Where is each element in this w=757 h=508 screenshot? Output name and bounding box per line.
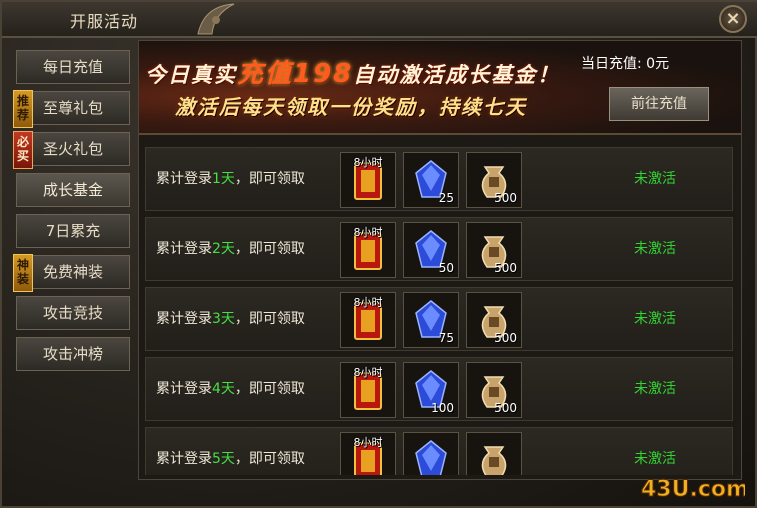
site-logo: 43U.com bbox=[641, 477, 745, 501]
growth-fund-banner: 今日真实充值198自动激活成长基金！ 激活后每天领取一份奖励，持续七天 当日充值… bbox=[139, 41, 741, 135]
requirement-prefix: 累计登录 bbox=[156, 241, 212, 257]
sidebar-item-growth-fund[interactable]: 成长基金 bbox=[16, 173, 130, 207]
five-times-card-slot[interactable]: 8小时 bbox=[340, 362, 396, 418]
requirement-suffix: ，即可领取 bbox=[234, 381, 305, 397]
sidebar-item-supreme-pack[interactable]: 推荐 至尊礼包 bbox=[13, 90, 130, 128]
requirement-suffix: ，即可领取 bbox=[234, 451, 305, 467]
sidebar-item-label: 每日充值 bbox=[42, 58, 103, 76]
gold-pouch-icon bbox=[481, 446, 507, 475]
status-badge: 未激活 bbox=[634, 381, 676, 397]
reward-row: 累计登录2天，即可领取 8小时 50 500 未激活 bbox=[145, 217, 733, 281]
requirement-suffix: ，即可领取 bbox=[234, 171, 305, 187]
gold-pouch-slot[interactable]: 500 bbox=[466, 152, 522, 208]
duration-tag: 8小时 bbox=[353, 226, 383, 239]
gold-pouch-slot[interactable]: 500 bbox=[466, 222, 522, 278]
login-requirement: 累计登录2天，即可领取 bbox=[156, 218, 305, 280]
blue-gem-icon bbox=[415, 440, 447, 475]
title-ornament-icon bbox=[197, 3, 235, 35]
sidebar: 每日充值 推荐 至尊礼包 必买 圣火礼包 成长基金 7日累充 神装 免费神装 攻… bbox=[10, 40, 134, 480]
requirement-day: 2天 bbox=[212, 241, 235, 257]
item-count: 500 bbox=[494, 191, 517, 205]
sidebar-item-attack-ranking[interactable]: 攻击冲榜 bbox=[16, 337, 130, 371]
banner-subline: 激活后每天领取一份奖励，持续七天 bbox=[175, 95, 527, 119]
sidebar-item-label: 攻击竞技 bbox=[42, 304, 103, 322]
blue-gem-slot[interactable]: 100 bbox=[403, 362, 459, 418]
login-requirement: 累计登录1天，即可领取 bbox=[156, 148, 305, 210]
status-badge: 未激活 bbox=[634, 171, 676, 187]
banner-headline-suffix: 自动激活成长基金！ bbox=[353, 63, 561, 87]
requirement-suffix: ，即可领取 bbox=[234, 241, 305, 257]
requirement-prefix: 累计登录 bbox=[156, 311, 212, 327]
reward-list: 累计登录1天，即可领取 8小时 25 500 未激活 累计登录2天，即可领取 8… bbox=[145, 147, 733, 475]
sidebar-item-free-gear[interactable]: 神装 免费神装 bbox=[13, 254, 130, 292]
blue-gem-slot[interactable] bbox=[403, 432, 459, 475]
requirement-suffix: ，即可领取 bbox=[234, 311, 305, 327]
blue-gem-slot[interactable]: 25 bbox=[403, 152, 459, 208]
requirement-prefix: 累计登录 bbox=[156, 381, 212, 397]
sidebar-item-label: 7日累充 bbox=[45, 222, 101, 240]
must-buy-badge: 必买 bbox=[13, 131, 33, 169]
requirement-day: 1天 bbox=[212, 171, 235, 187]
status-badge: 未激活 bbox=[634, 241, 676, 257]
activity-window: 开服活动 × 每日充值 推荐 至尊礼包 必买 圣火礼包 成长基金 7日累充 神装… bbox=[0, 0, 757, 508]
duration-tag: 8小时 bbox=[353, 156, 383, 169]
gold-pouch-slot[interactable]: 500 bbox=[466, 292, 522, 348]
item-count: 100 bbox=[431, 401, 454, 415]
sidebar-item-label: 成长基金 bbox=[42, 181, 103, 199]
item-count: 50 bbox=[438, 261, 454, 275]
sidebar-item-daily-recharge[interactable]: 每日充值 bbox=[16, 50, 130, 84]
sidebar-item-attack-arena[interactable]: 攻击竞技 bbox=[16, 296, 130, 330]
login-requirement: 累计登录4天，即可领取 bbox=[156, 358, 305, 420]
five-times-card-slot[interactable]: 8小时 bbox=[340, 432, 396, 475]
requirement-day: 3天 bbox=[212, 311, 235, 327]
sidebar-item-label: 至尊礼包 bbox=[42, 99, 103, 117]
five-times-card-slot[interactable]: 8小时 bbox=[340, 152, 396, 208]
duration-tag: 8小时 bbox=[353, 436, 383, 449]
five-times-card-slot[interactable]: 8小时 bbox=[340, 292, 396, 348]
reward-row: 累计登录3天，即可领取 8小时 75 500 未激活 bbox=[145, 287, 733, 351]
blue-gem-slot[interactable]: 50 bbox=[403, 222, 459, 278]
reward-row: 累计登录1天，即可领取 8小时 25 500 未激活 bbox=[145, 147, 733, 211]
login-requirement: 累计登录3天，即可领取 bbox=[156, 288, 305, 350]
gold-pouch-slot[interactable] bbox=[466, 432, 522, 475]
status-badge: 未激活 bbox=[634, 311, 676, 327]
banner-headline-prefix: 今日真实 bbox=[145, 63, 237, 87]
sidebar-item-holy-fire-pack[interactable]: 必买 圣火礼包 bbox=[13, 131, 130, 169]
requirement-prefix: 累计登录 bbox=[156, 171, 212, 187]
sidebar-item-label: 攻击冲榜 bbox=[42, 345, 103, 363]
duration-tag: 8小时 bbox=[353, 366, 383, 379]
item-count: 75 bbox=[438, 331, 454, 345]
logo-text: 43U.com bbox=[641, 477, 745, 500]
requirement-day: 4天 bbox=[212, 381, 235, 397]
window-title: 开服活动 bbox=[70, 12, 139, 31]
five-times-card-slot[interactable]: 8小时 bbox=[340, 222, 396, 278]
close-button[interactable]: × bbox=[719, 5, 747, 33]
duration-tag: 8小时 bbox=[353, 296, 383, 309]
goto-recharge-button[interactable]: 前往充值 bbox=[609, 87, 709, 121]
divine-gear-badge: 神装 bbox=[13, 254, 33, 292]
requirement-prefix: 累计登录 bbox=[156, 451, 212, 467]
status-badge: 未激活 bbox=[634, 451, 676, 467]
today-recharge-label: 当日充值: 0元 bbox=[581, 56, 670, 72]
item-count: 500 bbox=[494, 401, 517, 415]
sidebar-item-label: 免费神装 bbox=[42, 263, 103, 281]
reward-row: 累计登录4天，即可领取 8小时 100 500 未激活 bbox=[145, 357, 733, 421]
banner-headline-highlight: 充值198 bbox=[237, 59, 354, 89]
reward-row: 累计登录5天，即可领取 8小时 未激活 bbox=[145, 427, 733, 475]
item-count: 500 bbox=[494, 261, 517, 275]
requirement-day: 5天 bbox=[212, 451, 235, 467]
recommend-badge: 推荐 bbox=[13, 90, 33, 128]
item-count: 25 bbox=[438, 191, 454, 205]
blue-gem-slot[interactable]: 75 bbox=[403, 292, 459, 348]
login-requirement: 累计登录5天，即可领取 bbox=[156, 428, 305, 475]
item-count: 500 bbox=[494, 331, 517, 345]
sidebar-item-label: 圣火礼包 bbox=[42, 140, 103, 158]
banner-headline: 今日真实充值198自动激活成长基金！ bbox=[145, 53, 560, 90]
main-panel: 今日真实充值198自动激活成长基金！ 激活后每天领取一份奖励，持续七天 当日充值… bbox=[138, 40, 742, 480]
sidebar-item-7day-recharge[interactable]: 7日累充 bbox=[16, 214, 130, 248]
gold-pouch-slot[interactable]: 500 bbox=[466, 362, 522, 418]
title-bar: 开服活动 bbox=[2, 2, 757, 38]
